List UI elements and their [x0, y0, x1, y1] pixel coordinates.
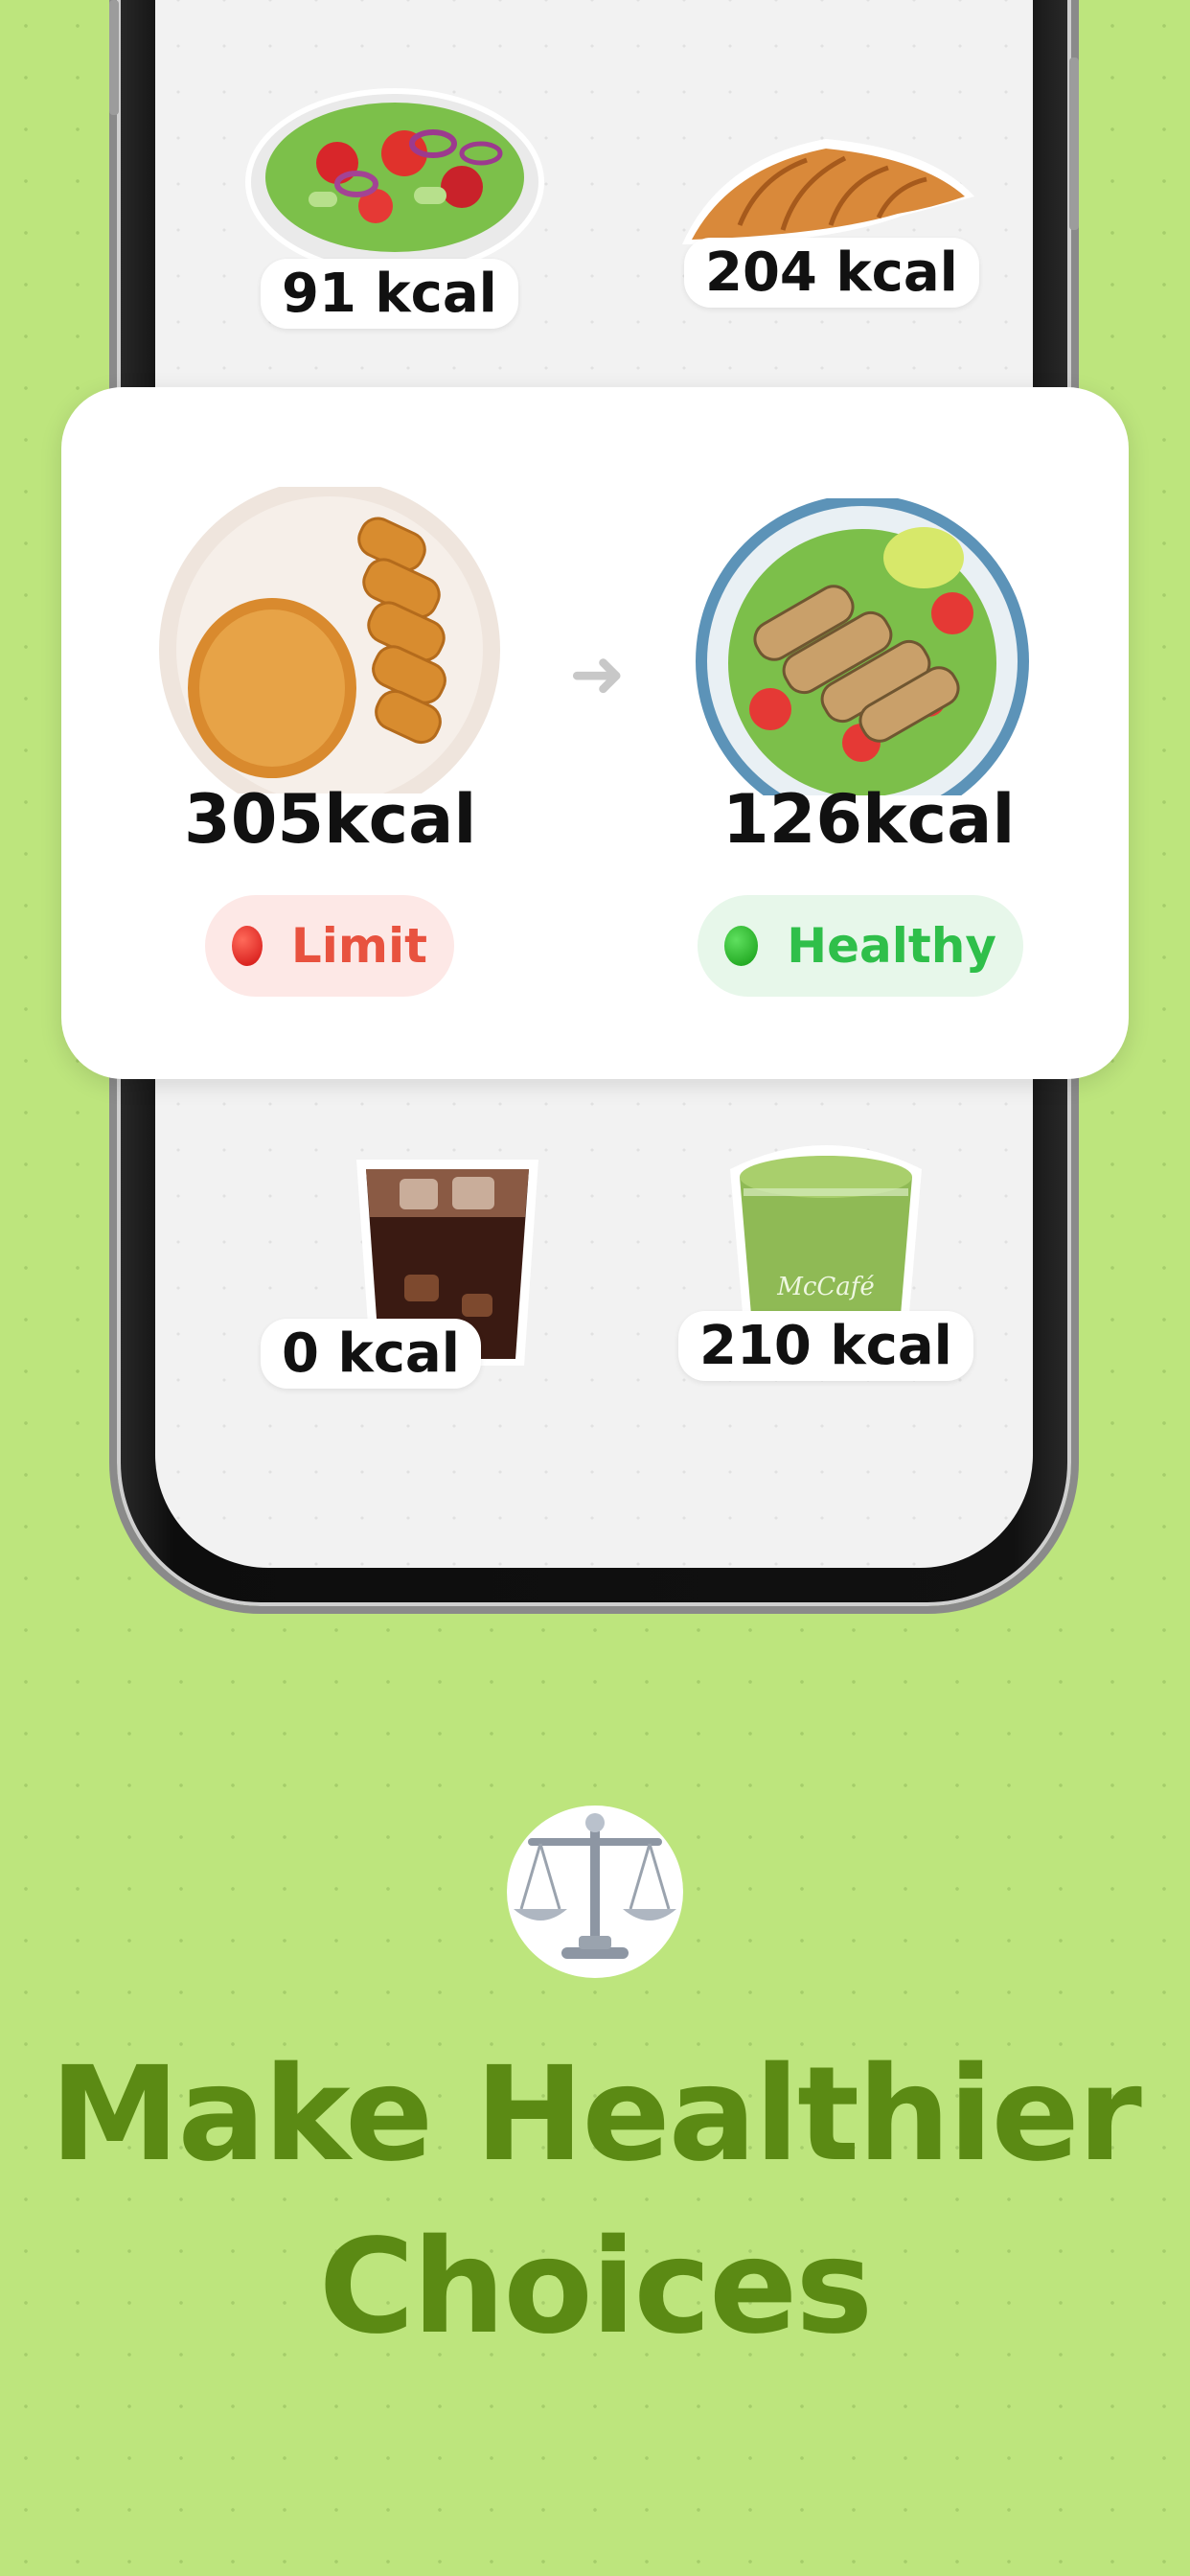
green-dot-icon [724, 926, 759, 966]
salad-kcal-label: 91 kcal [261, 259, 518, 329]
iced-cola-kcal-label: 0 kcal [261, 1319, 481, 1389]
healthy-label: Healthy [787, 918, 996, 974]
headline-line-1: Make Healthier [50, 2039, 1142, 2191]
balance-scale-icon [504, 1804, 686, 1980]
healthy-badge: Healthy [698, 895, 1023, 997]
arrow-right-icon: ➜ [569, 634, 626, 713]
phone-side-button [109, 0, 119, 115]
comparison-card: ➜ 305kcal 126kcal Limit Healthy [61, 387, 1129, 1079]
croissant-kcal-label: 204 kcal [684, 238, 979, 308]
healthy-kcal-value: 126kcal [722, 780, 1016, 859]
cup-logo-text: McCafé [777, 1273, 875, 1301]
headline-line-2: Choices [318, 2212, 873, 2363]
salad-image [241, 77, 548, 278]
phone-side-button [1069, 58, 1079, 230]
red-dot-icon [232, 926, 263, 966]
matcha-frappe-kcal-label: 210 kcal [678, 1311, 973, 1381]
fried-chicken-image [157, 479, 502, 820]
unhealthy-kcal-value: 305kcal [184, 780, 477, 859]
limit-badge: Limit [205, 895, 454, 997]
grilled-chicken-salad-image [694, 494, 1031, 828]
limit-label: Limit [290, 918, 427, 974]
